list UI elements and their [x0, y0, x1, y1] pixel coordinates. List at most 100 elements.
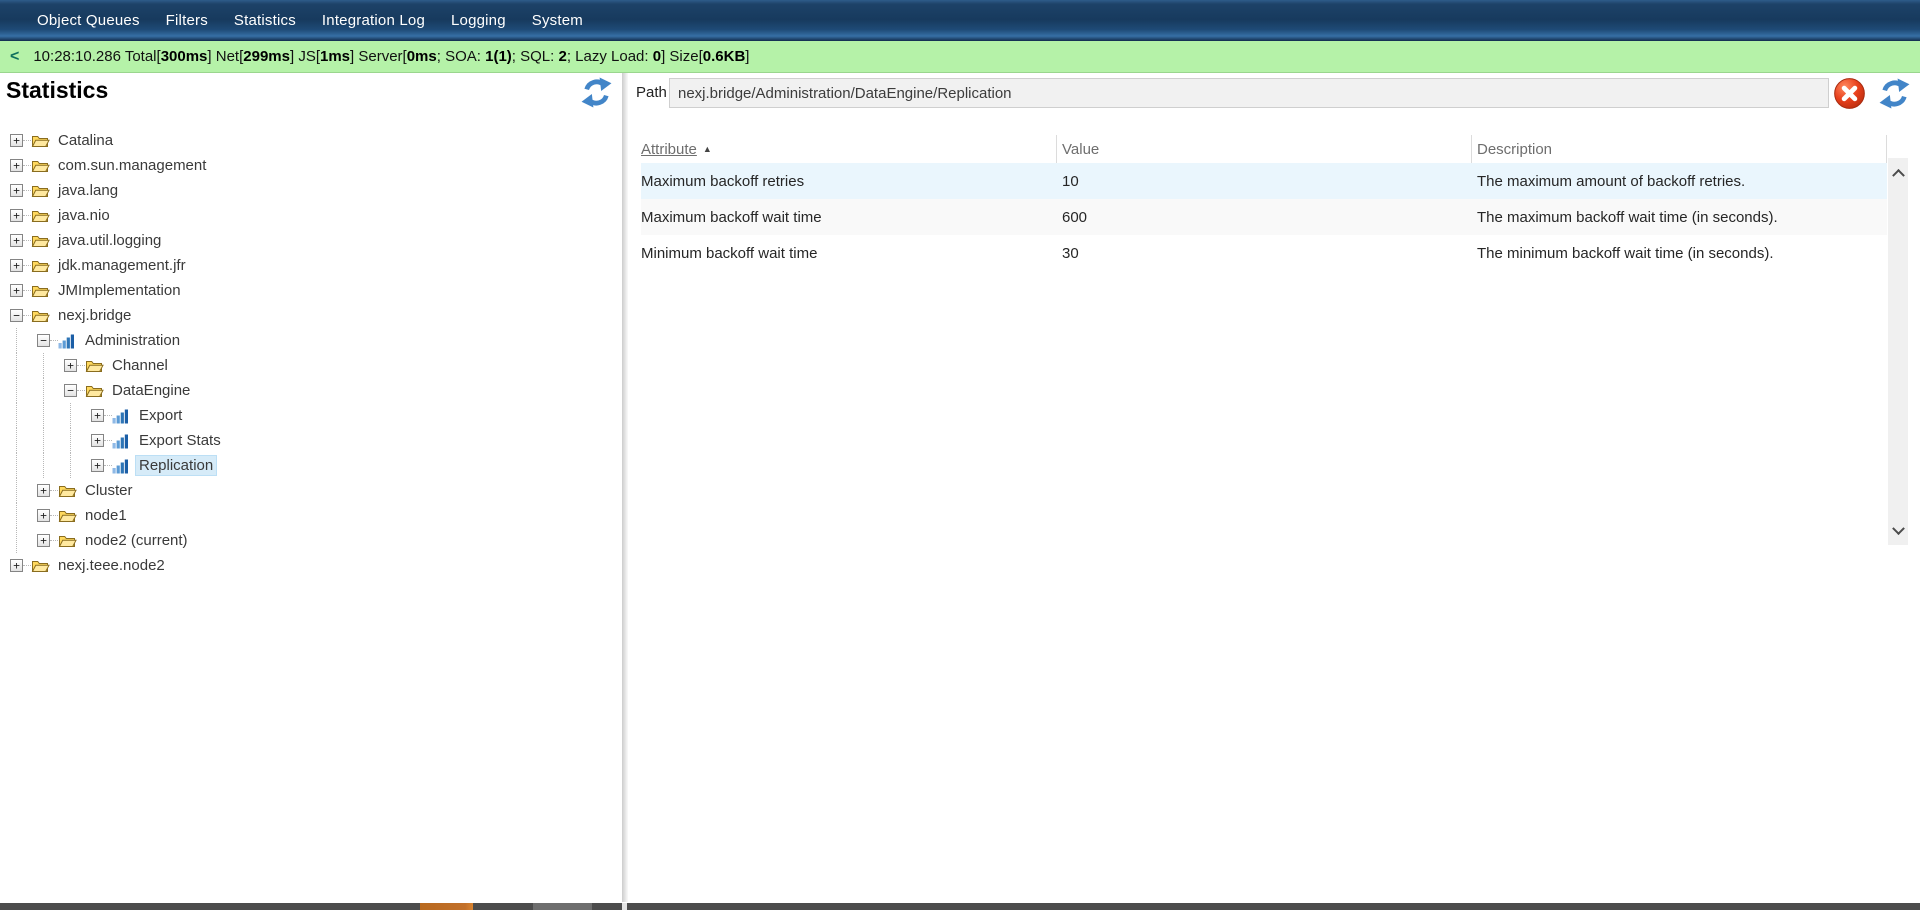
- status-back-arrow[interactable]: <: [0, 48, 33, 66]
- tree-item-export[interactable]: + Export: [0, 403, 622, 428]
- tree-item-catalina[interactable]: +Catalina: [0, 128, 622, 153]
- cell-value: 30: [1057, 245, 1472, 262]
- column-header-description[interactable]: Description: [1472, 135, 1887, 163]
- tree-expand-toggle[interactable]: +: [91, 409, 104, 422]
- tree-item-label: node1: [82, 506, 130, 525]
- close-icon[interactable]: [1833, 77, 1866, 110]
- scroll-down-button[interactable]: [1888, 519, 1908, 543]
- tree-item-label: Export: [136, 406, 185, 425]
- tree-item-label: Replication: [136, 456, 216, 475]
- sort-ascending-icon: ▲: [703, 144, 712, 154]
- cell-description: The maximum amount of backoff retries.: [1472, 173, 1887, 190]
- attribute-table: Attribute ▲ Value Description Maximum backo…: [641, 135, 1887, 271]
- tree-item-node2-current[interactable]: +node2 (current): [0, 528, 622, 553]
- menu-item-integration-log[interactable]: Integration Log: [309, 12, 438, 29]
- status-segment: ] Server[: [350, 48, 407, 65]
- refresh-icon[interactable]: [1878, 77, 1911, 110]
- menu-item-system[interactable]: System: [519, 12, 596, 29]
- menu-item-object-queues[interactable]: Object Queues: [24, 12, 153, 29]
- bottom-scrollbar-thumb-gray[interactable]: [533, 903, 592, 910]
- menu-item-statistics[interactable]: Statistics: [221, 12, 309, 29]
- tree-item-label: Cluster: [82, 481, 136, 500]
- bottom-scrollbar-thumb-orange[interactable]: [420, 903, 473, 910]
- vertical-scrollbar[interactable]: [1888, 158, 1908, 545]
- tree-expand-toggle[interactable]: +: [10, 284, 23, 297]
- tree-item-label: Channel: [109, 356, 171, 375]
- menu-item-logging[interactable]: Logging: [438, 12, 519, 29]
- table-row[interactable]: Maximum backoff retries10The maximum amo…: [641, 163, 1887, 199]
- tree-indent-guide: [64, 428, 91, 453]
- tree-expand-toggle[interactable]: +: [64, 359, 77, 372]
- status-segment: ; Lazy Load:: [567, 48, 653, 65]
- tree-item-jdk-management-jfr[interactable]: + jdk.management.jfr: [0, 253, 622, 278]
- tree-expand-toggle[interactable]: −: [10, 309, 23, 322]
- tree-expand-toggle[interactable]: +: [91, 459, 104, 472]
- tree-item-label: jdk.management.jfr: [55, 256, 189, 275]
- folder-icon: [31, 233, 50, 249]
- column-header-label: Value: [1062, 141, 1099, 158]
- folder-icon: [58, 483, 77, 499]
- tree-indent-guide: [10, 503, 37, 528]
- tree-expand-toggle[interactable]: +: [37, 509, 50, 522]
- tree-indent-guide: [37, 453, 64, 478]
- tree-connector: [104, 465, 112, 466]
- folder-icon: [31, 308, 50, 324]
- tree-item-export-stats[interactable]: +Export Stats: [0, 428, 622, 453]
- menu-item-filters[interactable]: Filters: [153, 12, 221, 29]
- tree-expand-toggle[interactable]: +: [91, 434, 104, 447]
- tree-expand-toggle[interactable]: +: [37, 534, 50, 547]
- tree-expand-toggle[interactable]: +: [10, 184, 23, 197]
- column-header-label: Attribute: [641, 141, 697, 158]
- tree-item-java-util-logging[interactable]: +java.util.logging: [0, 228, 622, 253]
- tree-connector: [23, 215, 31, 216]
- column-header-attribute[interactable]: Attribute ▲: [641, 135, 1057, 163]
- tree-expand-toggle[interactable]: +: [10, 259, 23, 272]
- tree-expand-toggle[interactable]: +: [10, 134, 23, 147]
- tree-item-channel[interactable]: + Channel: [0, 353, 622, 378]
- tree-item-label: nexj.bridge: [55, 306, 134, 325]
- tree-item-java-nio[interactable]: +java.nio: [0, 203, 622, 228]
- tree-expand-toggle[interactable]: +: [10, 559, 23, 572]
- tree-expand-toggle[interactable]: +: [37, 484, 50, 497]
- path-row: Path: [628, 73, 1920, 119]
- column-header-label: Description: [1477, 141, 1552, 158]
- tree-connector: [23, 290, 31, 291]
- tree-expand-toggle[interactable]: +: [10, 209, 23, 222]
- cell-attribute: Maximum backoff wait time: [641, 209, 1057, 226]
- status-segment: ; SOA:: [437, 48, 485, 65]
- bottom-divider-gap: [622, 903, 627, 910]
- tree-expand-toggle[interactable]: +: [10, 159, 23, 172]
- tree-expand-toggle[interactable]: −: [64, 384, 77, 397]
- tree-item-nexj-teee-node2[interactable]: +nexj.teee.node2: [0, 553, 622, 578]
- tree-indent-guide: [37, 353, 64, 378]
- tree-indent-guide: [10, 453, 37, 478]
- tree-item-replication[interactable]: + Replication: [0, 453, 622, 478]
- scroll-up-button[interactable]: [1888, 160, 1908, 184]
- tree-expand-toggle[interactable]: +: [10, 234, 23, 247]
- bar-chart-icon: [112, 433, 131, 449]
- status-segment: ] JS[: [290, 48, 320, 65]
- tree-connector: [50, 515, 58, 516]
- tree-connector: [77, 365, 85, 366]
- tree-item-cluster[interactable]: + Cluster: [0, 478, 622, 503]
- path-input[interactable]: [669, 78, 1829, 108]
- table-row[interactable]: Minimum backoff wait time30The minimum b…: [641, 235, 1887, 271]
- bar-chart-icon: [112, 458, 131, 474]
- column-header-value[interactable]: Value: [1057, 135, 1472, 163]
- tree-item-com-sun-management[interactable]: +com.sun.management: [0, 153, 622, 178]
- tree-connector: [23, 140, 31, 141]
- tree-expand-toggle[interactable]: −: [37, 334, 50, 347]
- status-segment: 2: [558, 48, 566, 65]
- status-segment: ] Size[: [661, 48, 703, 65]
- cell-description: The maximum backoff wait time (in second…: [1472, 209, 1887, 226]
- folder-icon: [31, 133, 50, 149]
- tree-item-administration[interactable]: −Administration: [0, 328, 622, 353]
- tree-item-jmimplementation[interactable]: +JMImplementation: [0, 278, 622, 303]
- status-segment: 0.6KB: [703, 48, 746, 65]
- tree-item-nexj-bridge[interactable]: − nexj.bridge: [0, 303, 622, 328]
- table-row[interactable]: Maximum backoff wait time600The maximum …: [641, 199, 1887, 235]
- tree-item-dataengine[interactable]: −DataEngine: [0, 378, 622, 403]
- tree-item-java-lang[interactable]: +java.lang: [0, 178, 622, 203]
- refresh-icon[interactable]: [580, 76, 613, 109]
- tree-item-node1[interactable]: + node1: [0, 503, 622, 528]
